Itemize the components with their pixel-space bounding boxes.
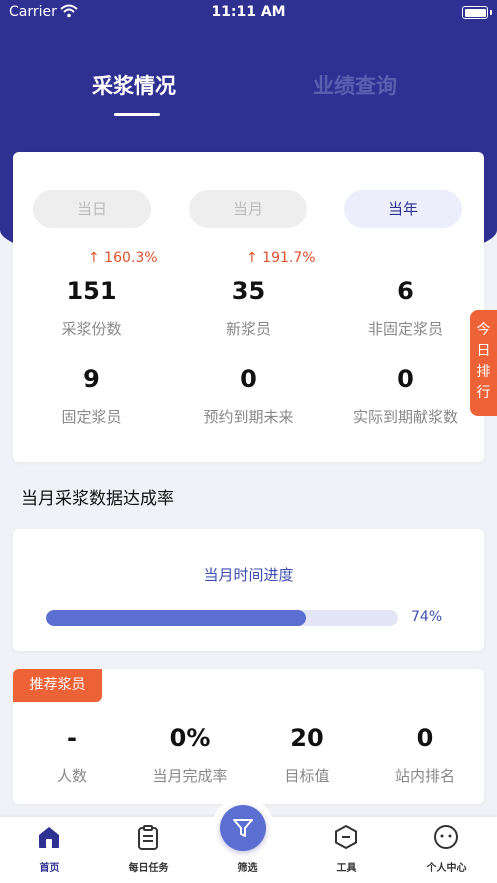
stats-card: 当日 当月 当年 ↑ 160.3% ↑ 191.7% 151 采浆份数 35 新… — [13, 152, 484, 462]
tab-tools[interactable]: 工具 — [297, 817, 396, 883]
stat-label: 预约到期未来 — [203, 408, 294, 426]
stat-value: 6 — [397, 277, 414, 305]
tab-tools-label: 工具 — [336, 863, 357, 874]
home-icon — [39, 827, 59, 848]
tab-performance[interactable]: 业绩查询 — [313, 70, 397, 100]
recommend-value: - — [67, 724, 77, 752]
progress-percent: 74% — [411, 609, 443, 625]
tab-home[interactable]: 首页 — [0, 817, 99, 883]
recommend-value: 0% — [169, 724, 211, 752]
stat-value: 35 — [231, 277, 266, 305]
recommend-label: 站内排名 — [394, 767, 455, 785]
filter-icon — [233, 819, 253, 837]
recommend-badge: 推荐浆员 — [13, 669, 102, 702]
tab-profile-label: 个人中心 — [426, 863, 467, 874]
section-title: 当月采浆数据达成率 — [21, 489, 174, 509]
stat-value: 151 — [66, 277, 117, 305]
tab-home-label: 首页 — [39, 863, 60, 874]
today-ranking-tab[interactable]: 今日排行 — [470, 310, 497, 416]
tab-filter-label: 筛选 — [237, 863, 258, 874]
stat-value: 0 — [240, 365, 257, 393]
stat-label: 非固定浆员 — [367, 320, 443, 338]
tab-profile[interactable]: 个人中心 — [397, 817, 496, 883]
tab-indicator — [114, 113, 160, 116]
stat-label: 固定浆员 — [61, 408, 122, 426]
tools-icon — [335, 824, 357, 850]
trend-new-donors: ↑ 191.7% — [246, 250, 316, 266]
clock: 11:11 AM — [211, 4, 286, 20]
period-day-button[interactable]: 当日 — [33, 190, 151, 228]
recommend-value: 20 — [290, 724, 324, 752]
period-year-button[interactable]: 当年 — [344, 190, 462, 228]
recommend-card: 推荐浆员 - 人数 0% 当月完成率 20 目标值 0 站内排名 — [13, 669, 484, 804]
progress-title: 当月时间进度 — [203, 566, 294, 584]
stat-label: 采浆份数 — [61, 320, 122, 338]
recommend-label: 人数 — [56, 767, 87, 785]
progress-fill — [46, 610, 307, 626]
progress-bar — [46, 610, 398, 626]
today-ranking-label: 今日排行 — [476, 322, 491, 401]
battery-cap — [490, 10, 492, 15]
recommend-label: 目标值 — [284, 767, 330, 785]
status-bar: Carrier 11:11 AM — [0, 0, 497, 26]
stat-value: 0 — [397, 365, 414, 393]
period-month-button[interactable]: 当月 — [189, 190, 307, 228]
progress-card: 当月时间进度 74% — [13, 529, 484, 651]
recommend-value: 0 — [416, 724, 434, 752]
trend-collections: ↑ 160.3% — [88, 250, 158, 266]
tab-daily-tasks-label: 每日任务 — [128, 863, 169, 874]
smiley-icon — [434, 825, 458, 849]
stat-label: 实际到期献浆数 — [352, 408, 458, 426]
tab-daily-tasks[interactable]: 每日任务 — [99, 817, 198, 883]
filter-button[interactable] — [220, 805, 266, 851]
clipboard-icon — [138, 825, 158, 850]
tab-plasma-collection[interactable]: 采浆情况 — [92, 70, 176, 100]
recommend-label: 当月完成率 — [152, 767, 228, 785]
stat-value: 9 — [83, 365, 100, 393]
stat-label: 新浆员 — [225, 320, 271, 338]
battery-icon — [462, 6, 488, 19]
